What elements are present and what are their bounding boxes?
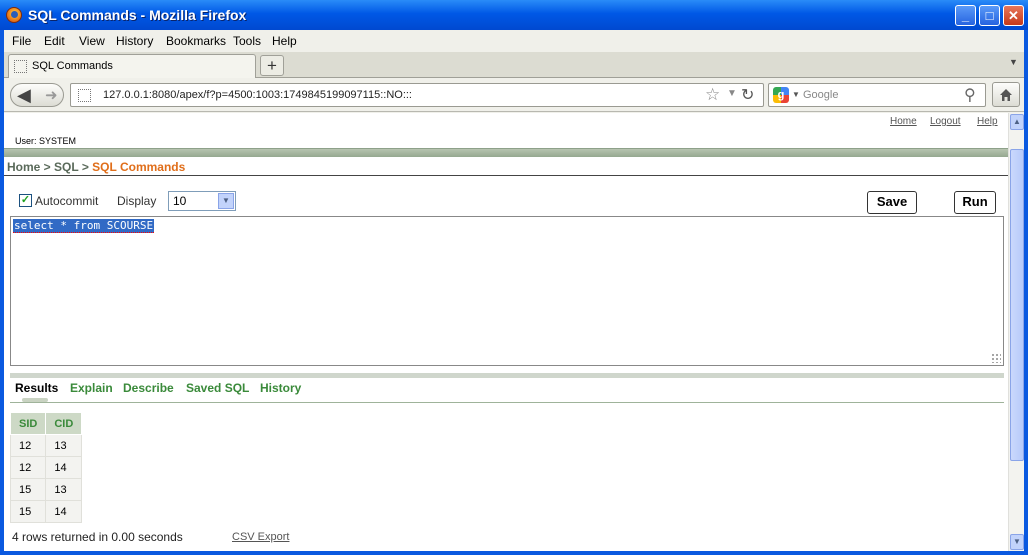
autocommit-checkbox[interactable]: ✓ (19, 194, 32, 207)
tabs-divider (10, 402, 1004, 403)
menu-file[interactable]: File (12, 34, 31, 48)
header-divider (4, 148, 1008, 157)
page-favicon-icon (14, 60, 27, 73)
tab-list-chevron-icon[interactable]: ▼ (1009, 57, 1018, 67)
tab-saved-sql[interactable]: Saved SQL (186, 381, 249, 395)
chevron-down-icon[interactable]: ▼ (218, 193, 234, 209)
menu-edit[interactable]: Edit (44, 34, 65, 48)
command-toolbar: ✓ Autocommit Display 10 ▼ Save Run (10, 184, 1004, 214)
table-header-row: SID CID (9, 412, 83, 435)
breadcrumb-separator: > (78, 160, 93, 174)
menu-help[interactable]: Help (272, 34, 297, 48)
breadcrumb-separator: > (40, 160, 55, 174)
display-label: Display (117, 194, 157, 208)
page-content: Home Logout Help User: SYSTEM Home > SQL… (4, 113, 1008, 551)
breadcrumb-home[interactable]: Home (7, 160, 40, 174)
results-splitter[interactable] (10, 373, 1004, 378)
column-header-cid[interactable]: CID (45, 412, 83, 435)
table-row: 12 14 (9, 456, 83, 479)
maximize-button[interactable]: □ (979, 5, 1000, 26)
table-row: 12 13 (9, 434, 83, 457)
menu-bar: File Edit View History Bookmarks Tools H… (4, 30, 1024, 52)
home-link[interactable]: Home (890, 116, 917, 127)
menu-tools[interactable]: Tools (233, 34, 261, 48)
tab-sql-commands[interactable]: SQL Commands (8, 54, 256, 78)
tab-bar: SQL Commands + ▼ (4, 52, 1024, 78)
breadcrumb: Home > SQL > SQL Commands (7, 160, 185, 174)
table-cell: 15 (9, 478, 47, 501)
resize-grip-icon[interactable] (991, 353, 1001, 363)
title-bar: SQL Commands - Mozilla Firefox _ □ ✕ (0, 0, 1028, 30)
table-row: 15 14 (9, 500, 83, 523)
firefox-window: SQL Commands - Mozilla Firefox _ □ ✕ Fil… (0, 0, 1028, 555)
tab-label: SQL Commands (32, 60, 113, 72)
breadcrumb-sql[interactable]: SQL (54, 160, 78, 174)
back-forward-group: ◀ ➜ (10, 83, 64, 107)
table-cell: 15 (9, 500, 47, 523)
menu-view[interactable]: View (79, 34, 105, 48)
scroll-down-icon[interactable]: ▼ (1010, 534, 1024, 550)
menu-history[interactable]: History (116, 34, 153, 48)
table-cell: 12 (9, 434, 47, 457)
user-label: User: SYSTEM (15, 136, 77, 146)
breadcrumb-divider (4, 175, 1008, 176)
table-cell: 12 (9, 456, 47, 479)
navigation-toolbar: ◀ ➜ 127.0.0.1:8080/apex/f?p=4500:1003:17… (4, 78, 1024, 112)
autocommit-label[interactable]: Autocommit (35, 194, 98, 208)
home-button[interactable] (992, 82, 1020, 107)
table-cell: 13 (45, 434, 83, 457)
menu-bookmarks[interactable]: Bookmarks (166, 34, 226, 48)
url-history-dropdown-icon[interactable]: ▼ (727, 88, 737, 99)
window-title: SQL Commands - Mozilla Firefox (28, 7, 247, 23)
tab-results[interactable]: Results (15, 381, 58, 395)
site-identity-icon[interactable] (78, 89, 91, 102)
display-rows-value: 10 (173, 194, 187, 208)
tab-history[interactable]: History (260, 381, 301, 395)
scroll-up-icon[interactable]: ▲ (1010, 114, 1024, 130)
address-bar[interactable]: 127.0.0.1:8080/apex/f?p=4500:1003:174984… (70, 83, 764, 107)
tab-explain[interactable]: Explain (70, 381, 113, 395)
row-count-status: 4 rows returned in 0.00 seconds (12, 530, 183, 544)
engine-dropdown-icon[interactable]: ▼ (792, 90, 800, 99)
table-cell: 14 (45, 500, 83, 523)
breadcrumb-current: SQL Commands (92, 160, 186, 174)
run-button[interactable]: Run (954, 191, 996, 214)
display-rows-select[interactable]: 10 ▼ (168, 191, 236, 211)
save-button[interactable]: Save (867, 191, 917, 214)
table-row: 15 13 (9, 478, 83, 501)
help-link[interactable]: Help (977, 116, 998, 127)
table-cell: 14 (45, 456, 83, 479)
results-table: SID CID 12 13 12 14 15 13 15 14 (9, 412, 83, 523)
sql-editor[interactable]: select * from SCOURSE (10, 216, 1004, 366)
bookmark-star-icon[interactable]: ☆ (705, 85, 720, 105)
reload-icon[interactable]: ↻ (741, 85, 754, 105)
table-cell: 13 (45, 478, 83, 501)
new-tab-button[interactable]: + (260, 55, 284, 76)
column-header-sid[interactable]: SID (9, 412, 47, 435)
minimize-button[interactable]: _ (955, 5, 976, 26)
firefox-logo-icon (6, 7, 22, 23)
back-arrow-icon[interactable]: ◀ (17, 85, 31, 105)
csv-export-link[interactable]: CSV Export (232, 531, 289, 543)
logout-link[interactable]: Logout (930, 116, 961, 127)
close-window-button[interactable]: ✕ (1003, 5, 1024, 26)
sql-query-text[interactable]: select * from SCOURSE (13, 219, 155, 233)
scroll-thumb[interactable] (1010, 149, 1024, 461)
browser-client: File Edit View History Bookmarks Tools H… (4, 30, 1024, 551)
vertical-scrollbar[interactable]: ▲ ▼ (1008, 113, 1024, 551)
search-bar[interactable]: g ▼ Google ⚲ (768, 83, 986, 107)
search-magnifier-icon[interactable]: ⚲ (964, 85, 976, 105)
home-icon (1000, 89, 1012, 101)
tab-describe[interactable]: Describe (123, 381, 174, 395)
search-input[interactable]: Google (803, 89, 838, 101)
google-engine-icon[interactable]: g (773, 87, 789, 103)
url-text[interactable]: 127.0.0.1:8080/apex/f?p=4500:1003:174984… (103, 89, 412, 101)
forward-arrow-icon[interactable]: ➜ (45, 86, 58, 106)
